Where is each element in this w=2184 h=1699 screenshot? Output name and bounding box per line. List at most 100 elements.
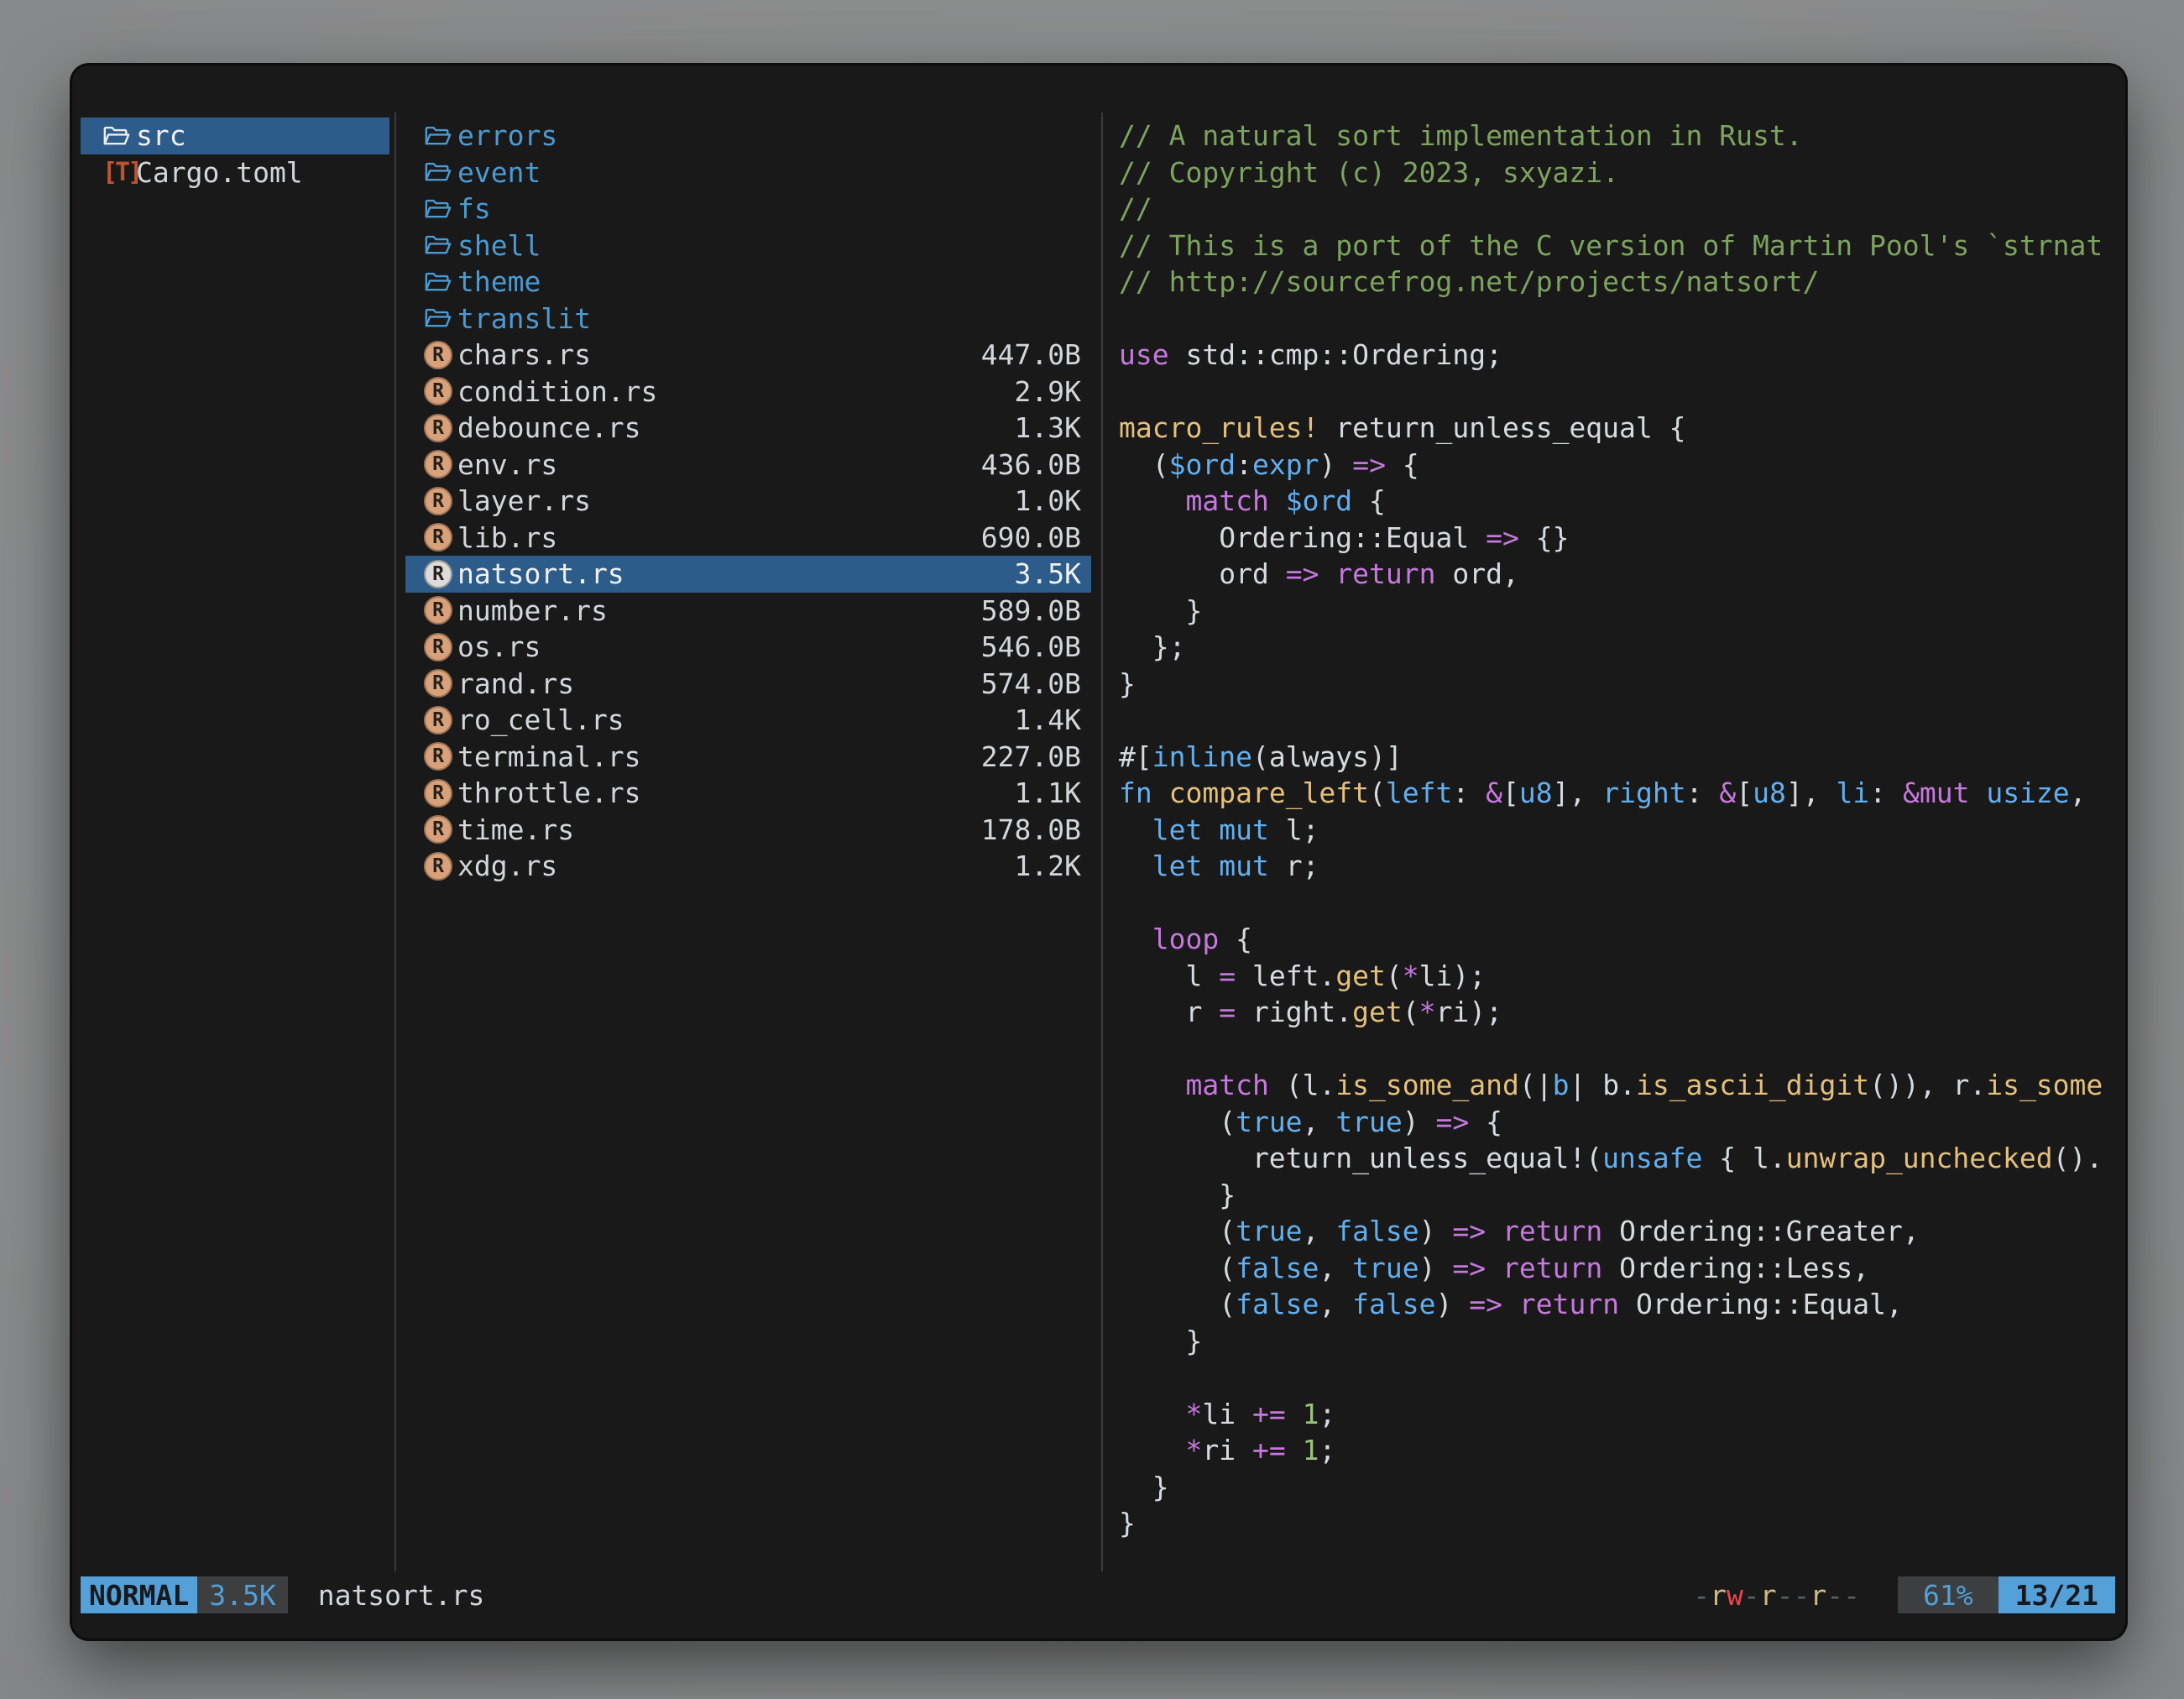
file-row[interactable]: fs [405, 191, 1091, 227]
code-line: return_unless_equal!(unsafe { l.unwrap_u… [1119, 1140, 2112, 1177]
code-line: r = right.get(*ri); [1119, 994, 2112, 1031]
file-size: 436.0B [981, 448, 1091, 481]
code-line: match (l.is_some_and(|b| b.is_ascii_digi… [1119, 1067, 2112, 1104]
desktop-backdrop: { "colors": { "window_bg": "#191919", "s… [0, 0, 2184, 1699]
rust-file-icon: R [424, 560, 457, 588]
file-row[interactable]: src [81, 118, 389, 154]
code-line: (false, true) => return Ordering::Less, [1119, 1250, 2112, 1287]
code-line: } [1119, 1505, 2112, 1542]
code-line: let mut l; [1119, 812, 2112, 849]
file-row[interactable]: translit [405, 301, 1091, 337]
code-line: // Copyright (c) 2023, sxyazi. [1119, 154, 2112, 191]
file-row[interactable]: Rterminal.rs 227.0B [405, 739, 1091, 776]
file-size: 690.0B [981, 521, 1091, 554]
file-row[interactable]: Renv.rs436.0B [405, 447, 1091, 484]
file-row[interactable]: theme [405, 264, 1091, 301]
file-size: 178.0B [981, 813, 1091, 846]
code-line: macro_rules! return_unless_equal { [1119, 410, 2112, 447]
preview-pane: // A natural sort implementation in Rust… [1119, 118, 2112, 1545]
folder-open-icon [424, 304, 457, 332]
rust-file-icon: R [424, 669, 457, 698]
code-line: match $ord { [1119, 483, 2112, 520]
rust-file-icon: R [424, 523, 457, 552]
file-name: xdg.rs [457, 850, 557, 882]
folder-open-icon [424, 195, 457, 223]
pane-separator-right [1101, 112, 1103, 1571]
file-name: errors [457, 119, 557, 152]
rust-file-icon: R [424, 414, 457, 442]
scroll-percent-badge: 61% [1898, 1576, 1999, 1613]
file-name: event [457, 156, 541, 189]
rust-file-icon: R [424, 487, 457, 515]
code-line: use std::cmp::Ordering; [1119, 337, 2112, 374]
code-line: } [1119, 1177, 2112, 1214]
code-line [1119, 702, 2112, 739]
file-row[interactable]: Rro_cell.rs 1.4K [405, 702, 1091, 739]
code-line [1119, 301, 2112, 337]
code-line: Ordering::Equal => {} [1119, 520, 2112, 557]
file-row[interactable]: Rlib.rs690.0B [405, 520, 1091, 557]
file-size: 3.5K [1015, 557, 1091, 590]
file-row[interactable]: Rcondition.rs2.9K [405, 374, 1091, 410]
code-line: // [1119, 191, 2112, 227]
current-pane: errorseventfsshellthemetranslitRchars.rs… [405, 118, 1091, 885]
code-line [1119, 885, 2112, 922]
file-row[interactable]: Ros.rs546.0B [405, 629, 1091, 666]
code-line: // This is a port of the C version of Ma… [1119, 227, 2112, 264]
file-row[interactable]: Rdebounce.rs1.3K [405, 410, 1091, 447]
code-line: // http://sourcefrog.net/projects/natsor… [1119, 264, 2112, 301]
file-row[interactable]: event [405, 154, 1091, 191]
file-row[interactable]: errors [405, 118, 1091, 154]
cursor-position-badge: 13/21 [1999, 1576, 2115, 1613]
code-line: } [1119, 593, 2112, 630]
code-line: } [1119, 1469, 2112, 1506]
yazi-window: src[T]Cargo.toml errors eventfs shelltheme… [72, 65, 2125, 1639]
file-row[interactable]: Rxdg.rs 1.2K [405, 848, 1091, 885]
file-row[interactable]: Rnumber.rs589.0B [405, 593, 1091, 630]
file-row[interactable]: [T]Cargo.toml [81, 154, 389, 191]
file-name: shell [457, 229, 541, 262]
code-line [1119, 374, 2112, 410]
file-name: terminal.rs [457, 740, 641, 773]
code-line: (true, false) => return Ordering::Greate… [1119, 1213, 2112, 1250]
file-size-badge: 3.5K [197, 1576, 287, 1613]
file-size: 546.0B [981, 630, 1091, 663]
file-row[interactable]: Rnatsort.rs 3.5K [405, 556, 1091, 593]
file-row[interactable]: Rrand.rs574.0B [405, 666, 1091, 703]
file-row[interactable]: Rtime.rs178.0B [405, 812, 1091, 849]
file-size: 1.0K [1015, 484, 1091, 517]
file-size: 1.2K [1015, 850, 1091, 882]
code-line: let mut r; [1119, 848, 2112, 885]
rust-file-icon: R [424, 706, 457, 734]
file-name: ro_cell.rs [457, 703, 624, 736]
rust-file-icon: R [424, 341, 457, 369]
file-name: fs [457, 192, 491, 225]
pane-separator-left [394, 112, 396, 1571]
rust-file-icon: R [424, 852, 457, 881]
file-name: layer.rs [457, 484, 591, 517]
file-name: Cargo.toml [136, 156, 303, 189]
file-name: debounce.rs [457, 411, 641, 444]
rust-file-icon: R [424, 742, 457, 771]
code-line: }; [1119, 629, 2112, 666]
file-row[interactable]: Rthrottle.rs1.1K [405, 775, 1091, 812]
rust-file-icon: R [424, 596, 457, 625]
file-size: 2.9K [1015, 375, 1091, 408]
file-name: os.rs [457, 630, 541, 663]
file-row[interactable]: Rchars.rs447.0B [405, 337, 1091, 374]
file-row[interactable]: shell [405, 227, 1091, 264]
folder-open-icon [424, 158, 457, 186]
file-name: theme [457, 265, 541, 298]
code-line: // A natural sort implementation in Rust… [1119, 118, 2112, 154]
file-size: 227.0B [981, 740, 1091, 773]
file-name: src [136, 119, 186, 152]
file-size: 1.4K [1015, 703, 1091, 736]
file-name: natsort.rs [457, 557, 624, 590]
code-line: loop { [1119, 921, 2112, 958]
code-line: ($ord:expr) => { [1119, 447, 2112, 484]
code-line: ord => return ord, [1119, 556, 2112, 593]
file-row[interactable]: Rlayer.rs 1.0K [405, 483, 1091, 520]
file-name: number.rs [457, 594, 608, 627]
file-name: chars.rs [457, 338, 591, 371]
folder-open-icon [102, 122, 136, 150]
